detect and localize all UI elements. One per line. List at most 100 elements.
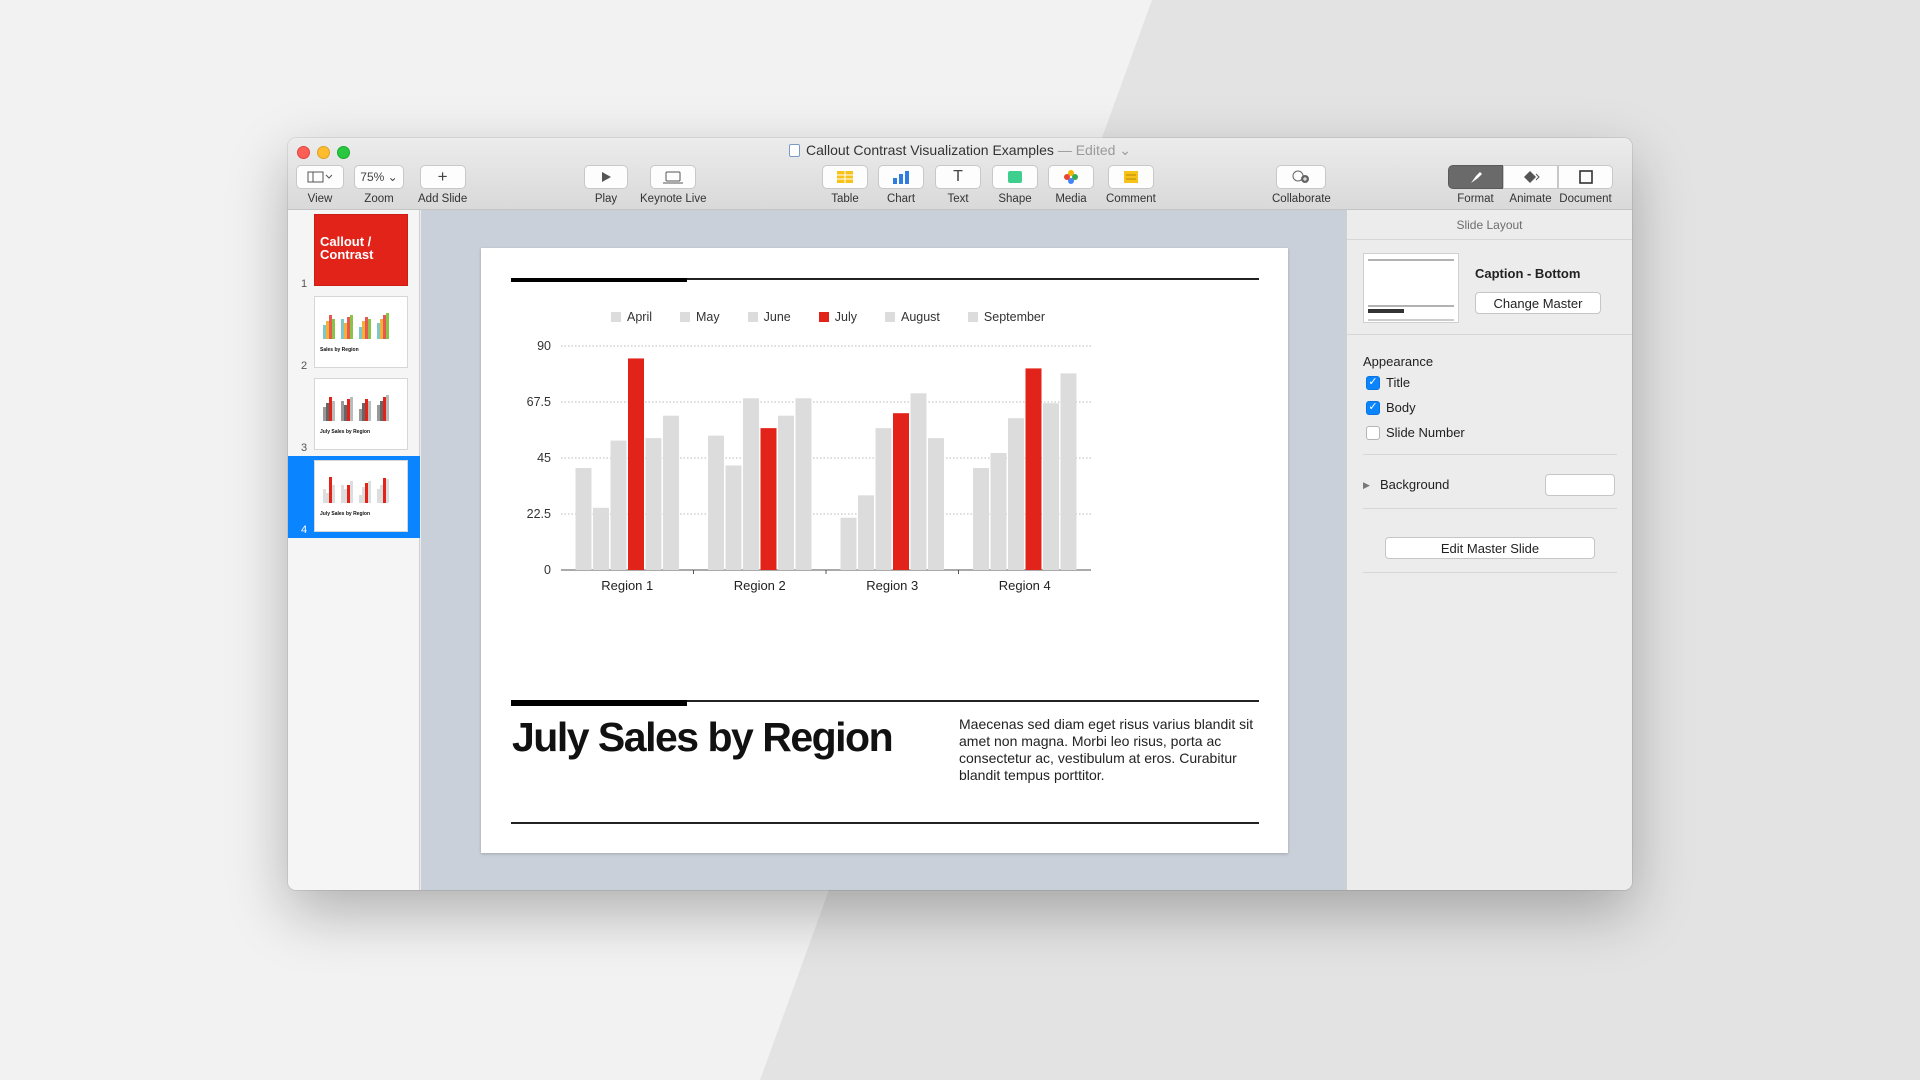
toolbar: Callout Contrast Visualization Examples …: [288, 138, 1632, 210]
legend-label: July: [834, 310, 857, 324]
slide-thumbnail-2[interactable]: 2 Sales by Region: [288, 292, 420, 374]
animate-label: Animate: [1509, 193, 1552, 205]
slide-body[interactable]: Maecenas sed diam eget risus varius blan…: [959, 716, 1259, 784]
title-checkbox[interactable]: ✓: [1366, 375, 1380, 390]
divider: [1363, 572, 1617, 573]
add-slide-button[interactable]: + Add Slide: [418, 165, 467, 205]
thumbnail-preview: [323, 477, 389, 503]
legend-label: April: [627, 310, 653, 324]
legend-swatch: [747, 312, 758, 322]
x-tick-label: Region 4: [999, 578, 1051, 593]
add-slide-label: Add Slide: [418, 193, 468, 205]
slide-thumbnail-3[interactable]: 3 July Sales by Region: [288, 374, 420, 456]
play-label: Play: [594, 193, 618, 205]
bar: [858, 495, 874, 570]
comment-button[interactable]: Comment: [1106, 165, 1156, 205]
disclosure-triangle-icon[interactable]: ▶: [1363, 480, 1370, 491]
zoom-value[interactable]: 75% ⌄: [354, 165, 404, 189]
document-label: Document: [1559, 193, 1612, 205]
keynote-live-icon: [663, 171, 684, 184]
bottom-rule: [511, 822, 1259, 824]
shape-label: Shape: [998, 193, 1032, 205]
plus-icon[interactable]: +: [419, 165, 466, 189]
slide[interactable]: April May June July August September 0 22…: [481, 248, 1288, 853]
view-menu[interactable]: View: [296, 165, 344, 205]
bar: [875, 428, 892, 570]
body-checkbox-label: Body: [1386, 400, 1416, 415]
slide-title[interactable]: July Sales by Region: [512, 714, 894, 761]
thumbnail-preview: [323, 313, 389, 339]
bar: [928, 438, 944, 570]
paintbrush-icon: [1470, 172, 1482, 183]
thumbnail-title: July Sales by Region: [320, 429, 371, 435]
bar: [593, 507, 609, 570]
chart-legend: April May June July August September: [611, 310, 1231, 324]
legend-swatch: [611, 312, 621, 322]
chart-label: Chart: [886, 193, 916, 205]
text-icon[interactable]: T: [935, 165, 981, 189]
collaborate-button[interactable]: Collaborate: [1272, 165, 1331, 205]
slide-number: 4: [301, 524, 308, 536]
bar: [893, 413, 909, 570]
bar: [628, 358, 644, 570]
play-icon: [602, 172, 611, 182]
comment-icon: [1123, 171, 1138, 183]
chart-button[interactable]: Chart: [878, 165, 924, 205]
zoom-menu[interactable]: 75% ⌄ Zoom: [354, 165, 404, 205]
layout-name: Caption - Bottom: [1475, 266, 1581, 281]
slide-thumbnail-1[interactable]: 1 Callout / Contrast: [288, 210, 420, 292]
table-label: Table: [831, 193, 859, 205]
text-button[interactable]: T Text: [935, 165, 981, 205]
top-rule-accent: [511, 278, 687, 282]
y-tick-label: 45: [537, 451, 551, 465]
keynote-window: Callout Contrast Visualization Examples …: [288, 138, 1632, 890]
bar: [973, 467, 989, 570]
inspector-header: Slide Layout: [1347, 210, 1632, 240]
bar: [575, 467, 592, 570]
bar: [760, 428, 777, 570]
collaborate-label: Collaborate: [1272, 193, 1331, 205]
slide-number-checkbox-label: Slide Number: [1386, 425, 1465, 440]
keynote-live-button[interactable]: Keynote Live: [640, 165, 707, 205]
legend-swatch: [818, 312, 829, 322]
animate-tab[interactable]: [1503, 165, 1558, 189]
document-tab[interactable]: [1558, 165, 1613, 189]
comment-label: Comment: [1106, 193, 1156, 205]
body-checkbox-row[interactable]: ✓ Body: [1366, 400, 1416, 415]
legend-item: June: [747, 310, 791, 324]
slide-number: 3: [301, 442, 308, 454]
media-button[interactable]: Media: [1048, 165, 1094, 205]
slide-number-checkbox-row[interactable]: Slide Number: [1366, 425, 1465, 440]
chart-icon: [893, 171, 909, 184]
legend-item: April: [611, 310, 652, 324]
title-checkbox-row[interactable]: ✓ Title: [1366, 375, 1410, 390]
play-button[interactable]: Play: [584, 165, 628, 205]
legend-swatch: [884, 312, 895, 322]
shape-icon: [1008, 171, 1022, 183]
view-label: View: [307, 193, 333, 205]
body-checkbox[interactable]: ✓: [1366, 400, 1380, 415]
slide-thumbnail-4[interactable]: 4 July Sales by Region: [288, 456, 420, 538]
slide-number-checkbox[interactable]: [1366, 425, 1380, 440]
thumbnail-preview: [323, 395, 389, 421]
slide-number: 2: [301, 360, 308, 372]
table-button[interactable]: Table: [822, 165, 868, 205]
window-title: Callout Contrast Visualization Examples …: [288, 142, 1632, 159]
x-tick-label: Region 3: [866, 578, 918, 593]
change-master-button[interactable]: Change Master: [1475, 292, 1601, 314]
divider: [1363, 508, 1617, 509]
bar: [795, 398, 812, 570]
edit-master-slide-button[interactable]: Edit Master Slide: [1385, 537, 1595, 559]
bar: [1043, 403, 1059, 570]
format-tab[interactable]: [1448, 165, 1503, 189]
bar: [840, 517, 857, 570]
shape-button[interactable]: Shape: [992, 165, 1038, 205]
bar-chart[interactable]: 0 22.5 45 67.5 90 Region 1 Region 2 Region 3 Reg…: [481, 338, 1288, 628]
background-color-well[interactable]: [1545, 474, 1615, 496]
keynote-live-label: Keynote Live: [640, 193, 707, 205]
legend-label: September: [983, 310, 1046, 324]
bar: [1025, 368, 1042, 570]
divider: [1363, 454, 1617, 455]
legend-swatch: [967, 312, 978, 322]
slide-canvas: April May June July August September 0 22…: [421, 210, 1346, 890]
